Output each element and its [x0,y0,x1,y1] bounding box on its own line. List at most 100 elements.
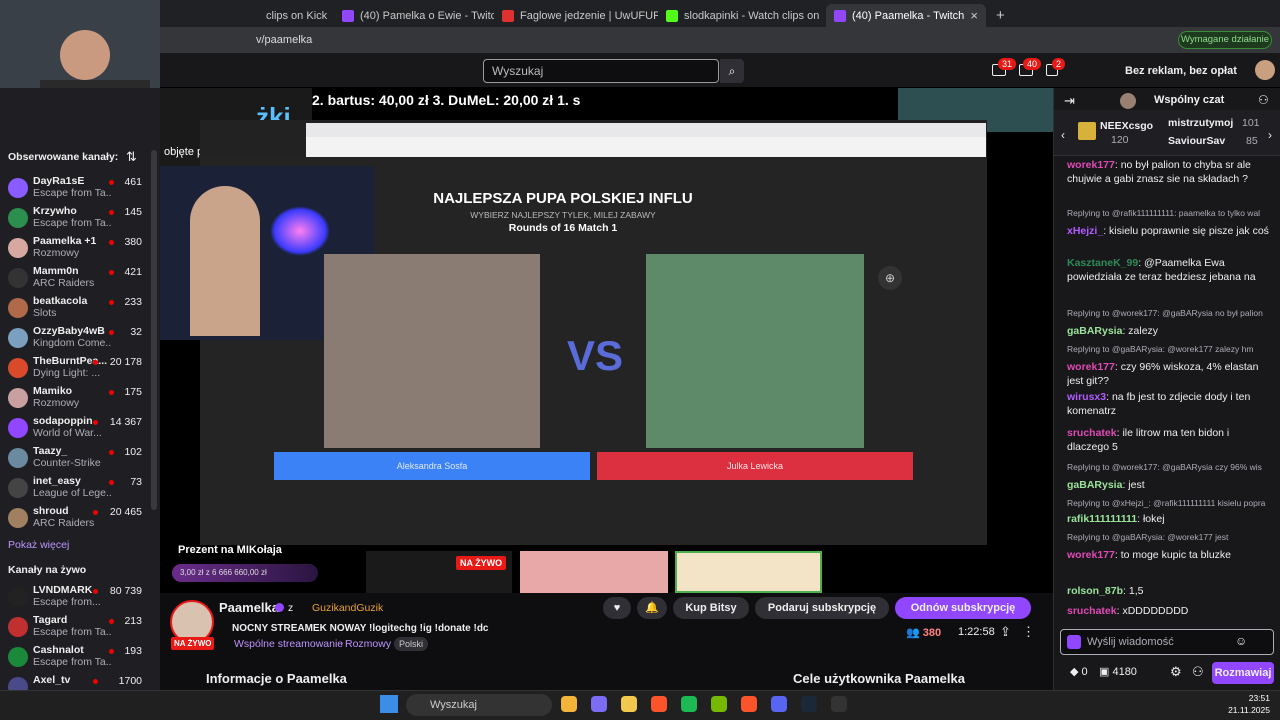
avatar [8,647,28,667]
sidebar-channel[interactable]: inet_easy League of Lege... 73 [0,474,150,504]
channel-name[interactable]: Paamelka [219,600,279,615]
chat-username[interactable]: worek177 [1067,549,1115,561]
required-action-button[interactable]: Wymagane działanie [1178,31,1272,49]
avatar [8,208,28,228]
share-icon[interactable]: ⇪ [1000,624,1011,640]
collapse-chat-icon[interactable]: ⇥ [1064,93,1075,109]
notification-bell-button[interactable]: 🔔 [637,597,667,619]
follow-heart-button[interactable]: ♥ [603,597,631,619]
category-link[interactable]: Rozmowy [345,638,391,650]
stream-thumbnail[interactable] [675,551,822,593]
address-bar[interactable]: v/paamelka [256,30,836,50]
channel-game: Escape from... [33,596,101,608]
followed-title: Obserwowane kanały: [8,151,119,163]
sidebar-channel[interactable]: Krzywho Escape from Ta... 145 [0,204,150,234]
renew-sub-button[interactable]: Odnów subskrypcję [895,597,1031,619]
chat-username[interactable]: gaBARysia [1067,479,1122,491]
file-explorer-icon[interactable] [561,696,577,712]
brave-browser-icon[interactable] [741,696,757,712]
choice-right-button[interactable]: Julka Lewicka [597,452,913,480]
close-tab-icon[interactable]: × [970,8,978,23]
clock-date[interactable]: 21.11.2025 [1200,705,1270,715]
sidebar-channel[interactable]: Cashnalot Escape from Ta... 193 [0,643,150,673]
shared-stream-link[interactable]: Wspólne streamowanie [234,638,343,650]
no-ads-button[interactable]: Bez reklam, bez opłat [1125,60,1245,82]
sidebar-channel[interactable]: Paamelka +1 Rozmowy 380 [0,234,150,264]
chat-username[interactable]: KasztaneK_99 [1067,257,1138,269]
nvidia-icon[interactable] [711,696,727,712]
chat-username[interactable]: sruchatek [1067,605,1117,617]
chat-username[interactable]: xHejzi_ [1067,225,1103,237]
sidebar-channel[interactable]: Mamm0n ARC Raiders 421 [0,264,150,294]
chevron-left-icon[interactable]: ‹ [1061,128,1065,142]
chat-username[interactable]: gaBARysia [1067,325,1122,337]
discord-icon[interactable] [771,696,787,712]
folder-icon[interactable] [621,696,637,712]
channel-game: Escape from Ta... [33,217,111,229]
streamer-face [60,30,110,80]
chat-users-icon[interactable]: ⚇ [1258,93,1269,107]
show-more-link[interactable]: Pokaż więcej [8,539,69,551]
chat-username[interactable]: sruchatek [1067,427,1117,439]
with-label: z [288,602,294,614]
bits-counter[interactable]: ◆ 0 [1070,665,1088,678]
sidebar-channel[interactable]: LVNDMARK Escape from... 80 739 [0,583,150,613]
search-icon[interactable]: ⌕ [720,59,744,83]
steam-icon[interactable] [801,696,817,712]
sidebar-channel[interactable]: shroud ARC Raiders 20 465 [0,504,150,534]
sidebar-channel[interactable]: sodapoppin World of War... 14 367 [0,414,150,444]
chat-username[interactable]: worek177 [1067,361,1115,373]
chat-input[interactable]: Wyślij wiadomość ☺ [1060,629,1274,655]
partner-name[interactable]: GuzikandGuzik [312,602,383,614]
chat-username[interactable]: wirusx3 [1067,391,1106,403]
new-tab-button[interactable]: + [988,4,1008,27]
choice-image-left[interactable] [324,254,540,448]
users-icon[interactable]: ⚇ [1192,664,1204,680]
channel-points[interactable]: ▣ 4180 [1099,665,1137,678]
sidebar-scrollbar[interactable] [151,150,157,510]
obs-icon[interactable] [831,696,847,712]
taskbar-search[interactable]: Wyszukaj [406,694,552,716]
browser-tab[interactable]: Faglowe jedzenie | UwUFUFU [494,4,658,27]
tab-label: (40) Paamelka - Twitch [852,9,965,22]
copilot-icon[interactable] [591,696,607,712]
browser-tab[interactable]: (40) Pamelka o Ewie - Twitch [334,4,494,27]
chevron-right-icon[interactable]: › [1268,128,1272,142]
chat-username[interactable]: worek177 [1067,159,1115,171]
sidebar-channel[interactable]: beatkacola Slots 233 [0,294,150,324]
zoom-icon[interactable]: ⊕ [878,266,902,290]
chat-message: xHejzi_: kisielu poprawnie się pisze jak… [1067,224,1272,238]
chat-text: : kisielu poprawnie się pisze jak coś [1103,225,1269,237]
browser-tab[interactable]: slodkapinki - Watch clips on Kick [658,4,822,27]
sidebar-channel[interactable]: Tagard Escape from Ta... 213 [0,613,150,643]
spotify-icon[interactable] [681,696,697,712]
emote-icon[interactable]: ☺ [1235,634,1247,648]
chat-send-button[interactable]: Rozmawiaj [1212,662,1274,684]
settings-icon[interactable]: ⚙ [1170,664,1182,680]
chat-username[interactable]: rolson_87b [1067,585,1123,597]
stream-thumbnail[interactable] [520,551,668,593]
sidebar-channel[interactable]: Mamiko Rozmowy 175 [0,384,150,414]
sort-icon[interactable]: ⇅ [126,149,137,165]
choice-left-button[interactable]: Aleksandra Sosfa [274,452,590,480]
more-options-icon[interactable]: ⋮ [1022,624,1035,640]
search-input[interactable]: Wyszukaj [483,59,719,83]
sidebar-channel[interactable]: Taazy_ Counter-Strike 102 [0,444,150,474]
tag-badge[interactable]: Polski [394,637,429,651]
buy-bits-button[interactable]: Kup Bitsy [673,597,749,619]
chat-badge-icon[interactable] [1067,635,1081,649]
avatar[interactable] [1255,60,1275,80]
clock-time[interactable]: 23:51 [1222,693,1270,703]
brave-icon[interactable] [651,696,667,712]
sidebar-channel[interactable]: TheBurntPea... Dying Light: ... 20 178 [0,354,150,384]
browser-tab-active[interactable]: (40) Paamelka - Twitch × [826,4,986,27]
sidebar-channel[interactable]: OzzyBaby4wB Kingdom Come... 32 [0,324,150,354]
sidebar-channel[interactable]: DayRa1sE Escape from Ta... 461 [0,174,150,204]
browser-tab[interactable]: clips on Kick [258,4,334,27]
viewer-count: 102 [124,446,142,458]
start-icon[interactable] [380,695,398,713]
chat-username[interactable]: rafik111111111 [1067,513,1137,525]
channel-name: shroud [33,505,69,517]
choice-image-right[interactable] [646,254,864,448]
gift-sub-button[interactable]: Podaruj subskrypcję [755,597,889,619]
